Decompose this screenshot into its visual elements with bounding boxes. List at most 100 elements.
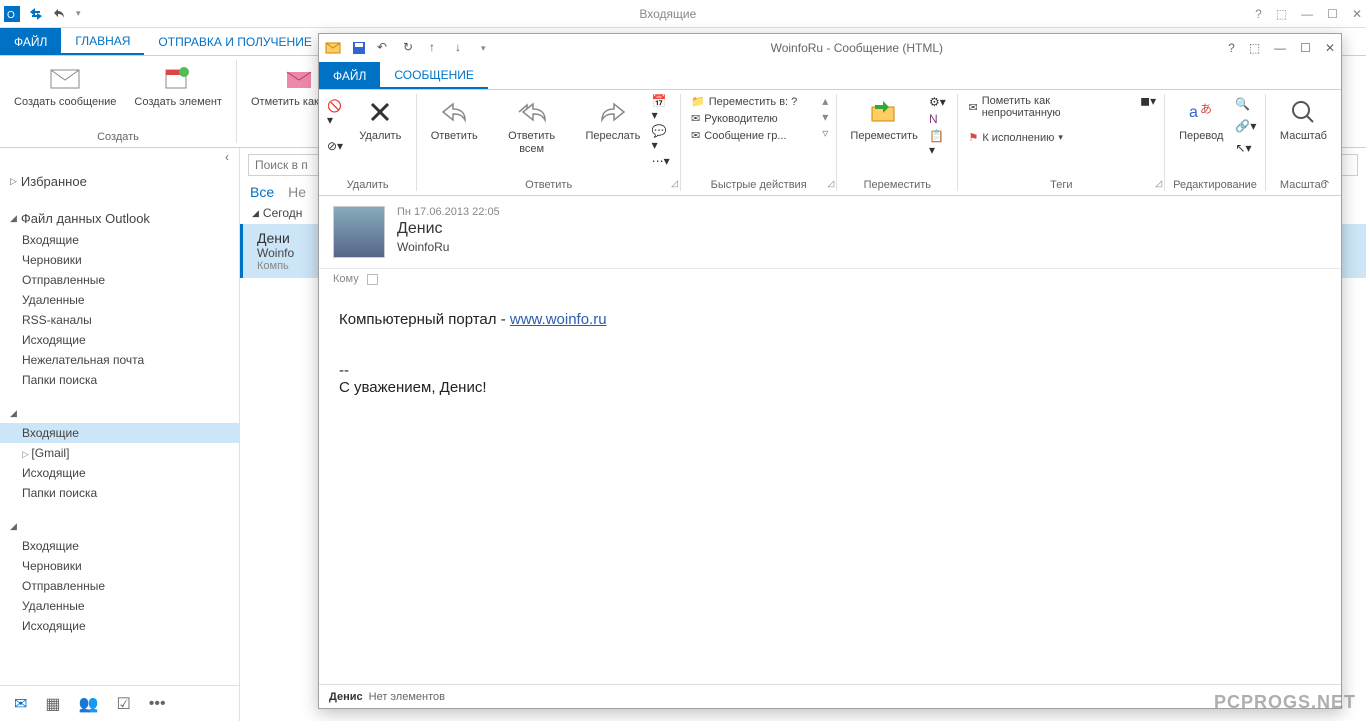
unread-envelope-icon: ✉ bbox=[968, 101, 977, 114]
outlook-icon: O bbox=[4, 6, 20, 22]
undo-icon[interactable] bbox=[52, 6, 68, 22]
message-sender: Денис bbox=[397, 220, 500, 238]
nav-favorites[interactable]: ▷Избранное bbox=[0, 170, 239, 193]
zoom-button[interactable]: Масштаб bbox=[1274, 94, 1333, 145]
help-icon[interactable]: ? bbox=[1255, 7, 1262, 21]
next-icon[interactable]: ↓ bbox=[455, 40, 471, 56]
ribbon-options-icon[interactable]: ⬚ bbox=[1249, 41, 1260, 55]
filter-unread[interactable]: Не bbox=[288, 184, 306, 200]
svg-text:a: a bbox=[1189, 104, 1198, 121]
nav-sent[interactable]: Отправленные bbox=[0, 270, 239, 290]
calendar-switch-icon[interactable]: ▦ bbox=[45, 694, 60, 714]
quick-launcher-icon[interactable]: ◿ bbox=[827, 178, 834, 189]
nav-inbox-selected[interactable]: Входящие bbox=[0, 423, 239, 443]
rules-icon[interactable]: ⚙▾ bbox=[929, 95, 949, 109]
onenote-icon[interactable]: N bbox=[929, 112, 949, 126]
nav-collapse-icon[interactable]: ‹ bbox=[0, 148, 239, 166]
more-switch-icon[interactable]: ••• bbox=[149, 695, 166, 713]
sendreceive-icon[interactable] bbox=[28, 6, 44, 22]
message-subject: WoinfoRu bbox=[397, 240, 500, 254]
find-icon[interactable]: 🔍 bbox=[1235, 97, 1256, 111]
people-switch-icon[interactable]: 👥 bbox=[79, 694, 99, 714]
tags-launcher-icon[interactable]: ◿ bbox=[1155, 178, 1162, 189]
maximize-icon[interactable]: ☐ bbox=[1300, 41, 1311, 55]
nav-deleted[interactable]: Удаленные bbox=[0, 290, 239, 310]
body-link[interactable]: www.woinfo.ru bbox=[510, 311, 607, 328]
nav-outbox3[interactable]: Исходящие bbox=[0, 616, 239, 636]
msg-ribbon-tabs: ФАЙЛ СООБЩЕНИЕ bbox=[319, 62, 1341, 90]
categorize-icon[interactable]: ◼▾ bbox=[1140, 94, 1156, 108]
new-item-button[interactable]: Создать элемент bbox=[128, 60, 228, 111]
nav-inbox3[interactable]: Входящие bbox=[0, 536, 239, 556]
undo-icon[interactable]: ↶ bbox=[377, 40, 393, 56]
ignore-icon[interactable]: 🚫▾ bbox=[327, 99, 346, 127]
filter-all[interactable]: Все bbox=[250, 184, 274, 200]
nav-account2[interactable]: ◢ bbox=[0, 404, 239, 423]
more-respond-icon[interactable]: ⋯▾ bbox=[652, 154, 672, 168]
navigation-pane: ‹ ▷Избранное ◢Файл данных Outlook Входящ… bbox=[0, 148, 240, 721]
junk-icon[interactable]: ⊘▾ bbox=[327, 139, 346, 153]
reply-button[interactable]: Ответить bbox=[425, 94, 483, 145]
minimize-icon[interactable]: — bbox=[1274, 41, 1286, 55]
nav-drafts[interactable]: Черновики bbox=[0, 250, 239, 270]
nav-account3[interactable]: ◢ bbox=[0, 517, 239, 536]
replyall-button[interactable]: Ответить всем bbox=[489, 94, 574, 157]
quickstep-manager[interactable]: ✉Руководителю bbox=[689, 111, 816, 126]
quickstep-down-icon[interactable]: ▾ bbox=[822, 110, 828, 124]
rg-move-label: Переместить bbox=[845, 177, 949, 191]
tab-file[interactable]: ФАЙЛ bbox=[0, 28, 61, 55]
select-icon[interactable]: ↖▾ bbox=[1235, 141, 1256, 155]
im-icon[interactable]: 💬▾ bbox=[652, 124, 672, 152]
mark-unread-button[interactable]: ✉Пометить как непрочитанную bbox=[966, 94, 1130, 120]
tasks-switch-icon[interactable]: ☑ bbox=[116, 694, 130, 714]
replyall-icon bbox=[516, 96, 548, 128]
msg-tab-message[interactable]: СООБЩЕНИЕ bbox=[380, 62, 488, 89]
tab-sendreceive[interactable]: ОТПРАВКА И ПОЛУЧЕНИЕ bbox=[144, 28, 325, 55]
new-mail-button[interactable]: Создать сообщение bbox=[8, 60, 122, 111]
respond-launcher-icon[interactable]: ◿ bbox=[671, 178, 678, 189]
move-button[interactable]: Переместить bbox=[845, 94, 923, 145]
mail-switch-icon[interactable]: ✉ bbox=[14, 694, 27, 714]
ribbon-options-icon[interactable]: ⬚ bbox=[1276, 7, 1287, 21]
close-icon[interactable]: ✕ bbox=[1352, 7, 1362, 21]
help-icon[interactable]: ? bbox=[1228, 41, 1235, 55]
meeting-icon[interactable]: 📅▾ bbox=[652, 94, 672, 122]
tab-home[interactable]: ГЛАВНАЯ bbox=[61, 28, 144, 55]
delete-button[interactable]: Удалить bbox=[352, 94, 408, 145]
nav-outbox[interactable]: Исходящие bbox=[0, 330, 239, 350]
nav-rss[interactable]: RSS-каналы bbox=[0, 310, 239, 330]
nav-junk[interactable]: Нежелательная почта bbox=[0, 350, 239, 370]
maximize-icon[interactable]: ☐ bbox=[1327, 7, 1338, 21]
related-icon[interactable]: 🔗▾ bbox=[1235, 119, 1256, 133]
quickstep-team[interactable]: ✉Сообщение гр... bbox=[689, 128, 816, 143]
svg-text:あ: あ bbox=[1200, 102, 1212, 116]
redo-icon[interactable]: ↻ bbox=[403, 40, 419, 56]
nav-datafile[interactable]: ◢Файл данных Outlook bbox=[0, 207, 239, 230]
ribbon-collapse-icon[interactable]: ⌃ bbox=[1323, 180, 1331, 191]
nav-deleted3[interactable]: Удаленные bbox=[0, 596, 239, 616]
message-body: Компьютерный портал - www.woinfo.ru -- С… bbox=[319, 293, 1341, 684]
nav-search2[interactable]: Папки поиска bbox=[0, 483, 239, 503]
nav-search-folders[interactable]: Папки поиска bbox=[0, 370, 239, 390]
nav-inbox[interactable]: Входящие bbox=[0, 230, 239, 250]
followup-button[interactable]: ⚑К исполнению▾ bbox=[966, 130, 1130, 145]
translate-button[interactable]: aあ Перевод bbox=[1173, 94, 1229, 145]
nav-outbox2[interactable]: Исходящие bbox=[0, 463, 239, 483]
to-checkbox[interactable] bbox=[367, 274, 378, 285]
minimize-icon[interactable]: — bbox=[1301, 7, 1313, 21]
forward-button[interactable]: Переслать bbox=[580, 94, 645, 145]
close-icon[interactable]: ✕ bbox=[1325, 41, 1335, 55]
flag-icon: ⚑ bbox=[968, 131, 978, 144]
actions-icon[interactable]: 📋▾ bbox=[929, 129, 949, 157]
save-icon[interactable] bbox=[351, 40, 367, 56]
nav-drafts3[interactable]: Черновики bbox=[0, 556, 239, 576]
quickstep-moveto[interactable]: 📁Переместить в: ? bbox=[689, 94, 816, 109]
forward-mgr-icon: ✉ bbox=[691, 112, 700, 125]
msg-tab-file[interactable]: ФАЙЛ bbox=[319, 62, 380, 89]
nav-sent3[interactable]: Отправленные bbox=[0, 576, 239, 596]
prev-icon[interactable]: ↑ bbox=[429, 40, 445, 56]
quickstep-up-icon[interactable]: ▴ bbox=[822, 94, 828, 108]
calendar-new-icon bbox=[162, 62, 194, 94]
nav-gmail[interactable]: ▷ [Gmail] bbox=[0, 443, 239, 463]
quickstep-more-icon[interactable]: ▿ bbox=[822, 126, 828, 140]
